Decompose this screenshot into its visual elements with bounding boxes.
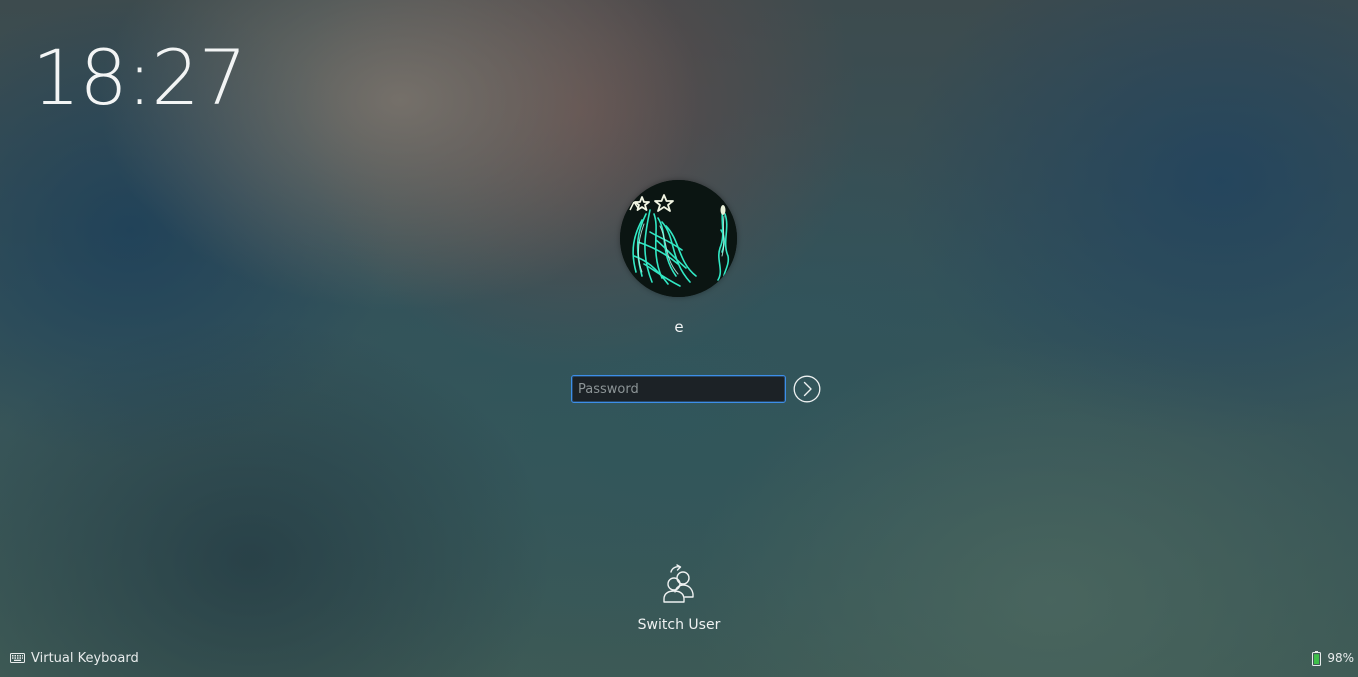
battery-fill [1314,653,1320,664]
switch-user-button[interactable]: Switch User [618,564,740,634]
arrow-right-circle-icon [793,375,821,403]
keyboard-icon [10,653,25,663]
battery-icon [1312,650,1322,666]
clock-time: 18:27 [32,33,247,122]
user-avatar[interactable] [620,180,737,297]
switch-user-icon [663,564,694,603]
battery-status[interactable]: 98% [1312,648,1354,668]
password-input[interactable] [571,375,786,403]
login-submit-button[interactable] [793,375,821,403]
battery-percent: 98% [1327,651,1354,665]
virtual-keyboard-button[interactable]: Virtual Keyboard [10,648,139,668]
avatar-image [620,180,737,297]
switch-user-label: Switch User [637,617,721,633]
virtual-keyboard-label: Virtual Keyboard [31,650,139,666]
username: e [674,318,684,336]
